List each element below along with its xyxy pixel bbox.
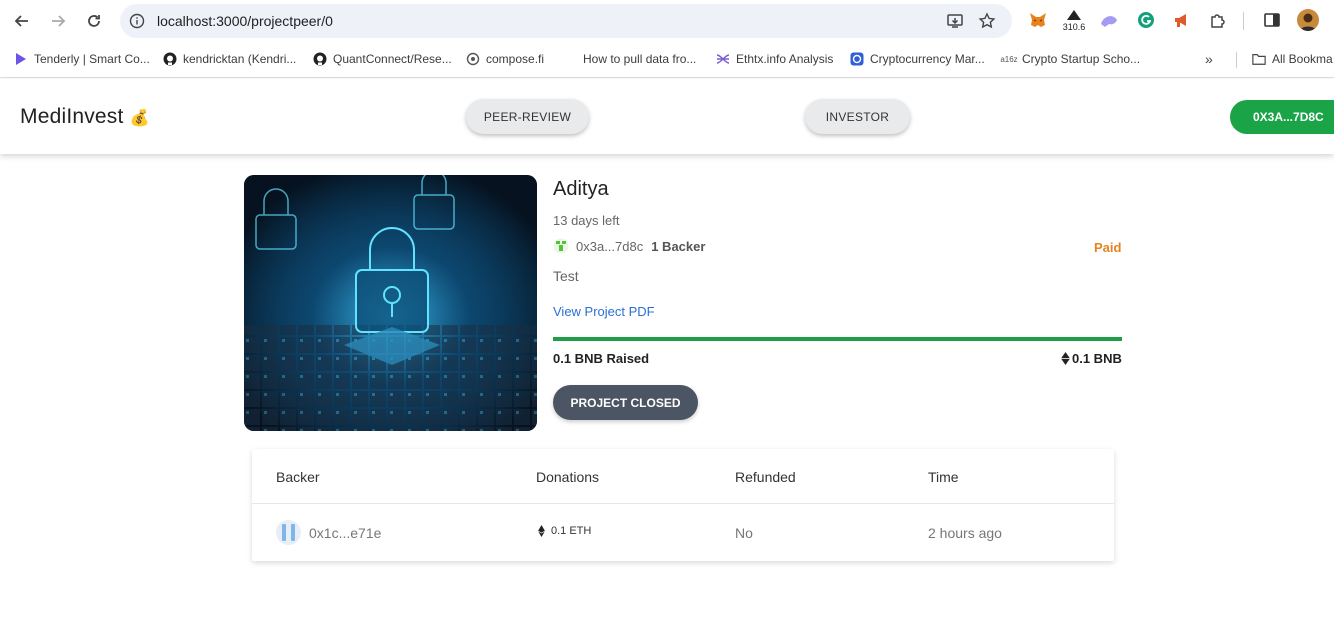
- investor-button[interactable]: INVESTOR: [805, 99, 910, 134]
- app-header: MediInvest 💰 PEER-REVIEW INVESTOR 0X3A..…: [0, 79, 1334, 154]
- bookmark-star-icon[interactable]: [978, 12, 996, 30]
- a16z-icon: a16z: [1000, 54, 1018, 64]
- reload-icon[interactable]: [82, 9, 106, 33]
- install-app-icon[interactable]: [946, 12, 964, 30]
- metamask-icon[interactable]: [1028, 10, 1048, 30]
- backer-count: 1 Backer: [651, 238, 706, 254]
- bookmark-item[interactable]: kendricktan (Kendri...: [163, 52, 296, 66]
- days-left: 13 days left: [553, 213, 620, 228]
- bookmark-label: QuantConnect/Rese...: [333, 52, 452, 66]
- bookmark-item[interactable]: Tenderly | Smart Co...: [14, 52, 150, 66]
- grammarly-icon[interactable]: [1136, 10, 1156, 30]
- donation-cell: 0.1 ETH: [538, 525, 591, 537]
- funding-goal: 0.1 BNB: [1061, 351, 1122, 366]
- progress-fill: [553, 337, 1122, 341]
- project-description: Test: [553, 268, 579, 284]
- ethtx-icon: [716, 52, 730, 66]
- more-bookmarks-chevron-icon[interactable]: »: [1205, 51, 1213, 67]
- donation-amount: 0.1 ETH: [551, 525, 592, 537]
- all-bookmarks-label: All Bookma: [1272, 52, 1333, 66]
- project-image: [244, 175, 537, 431]
- back-icon[interactable]: [10, 9, 34, 33]
- all-bookmarks[interactable]: All Bookma: [1252, 52, 1333, 66]
- brand-name: MediInvest: [20, 105, 124, 128]
- eth-icon: [538, 525, 545, 537]
- forward-icon[interactable]: [46, 9, 70, 33]
- address-bar[interactable]: localhost:3000/projectpeer/0: [120, 4, 1012, 38]
- peer-review-button[interactable]: PEER-REVIEW: [466, 99, 589, 134]
- project-owner: 0x3a...7d8c 1 Backer: [553, 238, 705, 254]
- ghost-wallet-icon[interactable]: [1099, 10, 1119, 30]
- url-text: localhost:3000/projectpeer/0: [157, 13, 333, 29]
- coingecko-icon: [850, 52, 864, 66]
- brand-logo[interactable]: MediInvest 💰: [20, 105, 150, 129]
- tenderly-icon: [14, 52, 28, 66]
- backer-cell: 0x1c...e71e: [276, 520, 381, 545]
- extensions-puzzle-icon[interactable]: [1208, 10, 1228, 30]
- bookmark-label: How to pull data fro...: [583, 52, 697, 66]
- backer-avatar-icon: [276, 520, 301, 545]
- time-cell: 2 hours ago: [928, 525, 1002, 541]
- github-icon: [313, 52, 327, 66]
- backer-address[interactable]: 0x1c...e71e: [309, 525, 381, 541]
- toolbar-divider: [1243, 12, 1244, 30]
- column-header-donations: Donations: [536, 469, 600, 485]
- site-info-icon[interactable]: [128, 12, 146, 30]
- bookmark-item[interactable]: How to pull data fro...: [583, 52, 696, 66]
- bookmark-label: compose.fi: [486, 52, 545, 66]
- column-header-time: Time: [928, 469, 959, 485]
- bookmark-item[interactable]: QuantConnect/Rese...: [313, 52, 452, 66]
- bookmarks-divider: [1236, 52, 1237, 68]
- compose-icon: [466, 52, 480, 66]
- refunded-cell: No: [735, 525, 753, 541]
- bookmark-label: Crypto Startup Scho...: [1022, 52, 1141, 66]
- project-closed-button[interactable]: PROJECT CLOSED: [553, 385, 698, 420]
- view-pdf-link[interactable]: View Project PDF: [553, 304, 655, 319]
- bnb-icon: [1061, 352, 1070, 365]
- amount-raised: 0.1 BNB Raised: [553, 351, 650, 366]
- profile-avatar[interactable]: [1297, 9, 1319, 31]
- owner-avatar-icon: [553, 238, 569, 254]
- price-extension-icon[interactable]: 310.6: [1063, 6, 1085, 36]
- table-divider: [252, 503, 1114, 504]
- money-bag-icon: 💰: [129, 110, 150, 127]
- folder-icon: [1252, 52, 1266, 66]
- side-panel-icon[interactable]: [1262, 10, 1282, 30]
- status-badge: Paid: [1094, 240, 1122, 255]
- extension-badge: 310.6: [1062, 22, 1086, 32]
- owner-address[interactable]: 0x3a...7d8c: [576, 239, 643, 254]
- column-header-backer: Backer: [276, 469, 320, 485]
- bookmarks-bar: Tenderly | Smart Co... kendricktan (Kend…: [0, 42, 1334, 78]
- bookmark-item[interactable]: compose.fi: [466, 52, 544, 66]
- bookmark-label: Tenderly | Smart Co...: [34, 52, 150, 66]
- goal-amount: 0.1 BNB: [1072, 351, 1122, 366]
- project-title: Aditya: [553, 178, 609, 200]
- column-header-refunded: Refunded: [735, 469, 796, 485]
- wallet-button[interactable]: 0X3A...7D8C: [1230, 100, 1334, 134]
- github-icon: [163, 52, 177, 66]
- bookmark-label: kendricktan (Kendri...: [183, 52, 297, 66]
- announcement-icon[interactable]: [1172, 10, 1192, 30]
- bookmark-item[interactable]: Cryptocurrency Mar...: [850, 52, 985, 66]
- bookmark-item[interactable]: a16z Crypto Startup Scho...: [1000, 52, 1141, 66]
- bookmark-label: Ethtx.info Analysis: [736, 52, 834, 66]
- backers-table: Backer Donations Refunded Time 0x1c...e7…: [252, 449, 1114, 561]
- bookmark-item[interactable]: Ethtx.info Analysis: [716, 52, 833, 66]
- browser-toolbar: localhost:3000/projectpeer/0 310.6: [0, 0, 1334, 42]
- funding-progress-bar: [553, 337, 1122, 341]
- bookmark-label: Cryptocurrency Mar...: [870, 52, 985, 66]
